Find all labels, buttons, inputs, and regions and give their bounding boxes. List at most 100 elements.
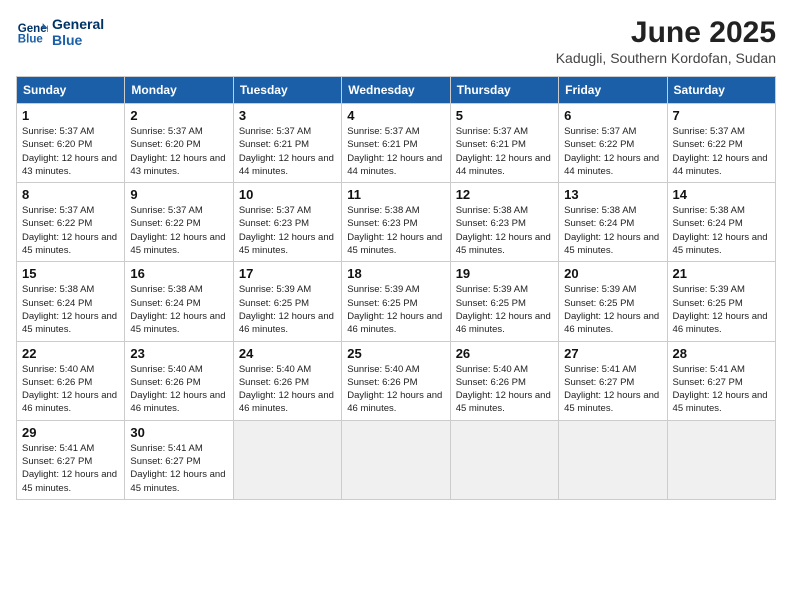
- day-number: 3: [239, 108, 336, 123]
- day-number: 11: [347, 187, 444, 202]
- header-thursday: Thursday: [450, 77, 558, 104]
- day-info: Sunrise: 5:40 AM Sunset: 6:26 PM Dayligh…: [456, 364, 551, 415]
- day-cell-23: 23 Sunrise: 5:40 AM Sunset: 6:26 PM Dayl…: [125, 341, 233, 420]
- day-number: 27: [564, 346, 661, 361]
- day-cell-22: 22 Sunrise: 5:40 AM Sunset: 6:26 PM Dayl…: [17, 341, 125, 420]
- day-number: 4: [347, 108, 444, 123]
- day-number: 13: [564, 187, 661, 202]
- logo: General Blue General Blue: [16, 16, 104, 48]
- header-monday: Monday: [125, 77, 233, 104]
- day-number: 26: [456, 346, 553, 361]
- day-cell-14: 14 Sunrise: 5:38 AM Sunset: 6:24 PM Dayl…: [667, 183, 775, 262]
- day-info: Sunrise: 5:39 AM Sunset: 6:25 PM Dayligh…: [456, 284, 551, 335]
- day-number: 22: [22, 346, 119, 361]
- day-number: 24: [239, 346, 336, 361]
- day-info: Sunrise: 5:37 AM Sunset: 6:21 PM Dayligh…: [456, 126, 551, 177]
- day-info: Sunrise: 5:37 AM Sunset: 6:21 PM Dayligh…: [347, 126, 442, 177]
- empty-cell: [667, 420, 775, 499]
- day-cell-24: 24 Sunrise: 5:40 AM Sunset: 6:26 PM Dayl…: [233, 341, 341, 420]
- title-area: June 2025 Kadugli, Southern Kordofan, Su…: [556, 16, 776, 66]
- empty-cell: [342, 420, 450, 499]
- day-info: Sunrise: 5:38 AM Sunset: 6:24 PM Dayligh…: [130, 284, 225, 335]
- day-number: 29: [22, 425, 119, 440]
- day-cell-11: 11 Sunrise: 5:38 AM Sunset: 6:23 PM Dayl…: [342, 183, 450, 262]
- day-cell-20: 20 Sunrise: 5:39 AM Sunset: 6:25 PM Dayl…: [559, 262, 667, 341]
- logo-blue: Blue: [52, 32, 104, 48]
- empty-cell: [233, 420, 341, 499]
- day-cell-6: 6 Sunrise: 5:37 AM Sunset: 6:22 PM Dayli…: [559, 104, 667, 183]
- calendar-week-1: 1 Sunrise: 5:37 AM Sunset: 6:20 PM Dayli…: [17, 104, 776, 183]
- day-cell-5: 5 Sunrise: 5:37 AM Sunset: 6:21 PM Dayli…: [450, 104, 558, 183]
- day-info: Sunrise: 5:41 AM Sunset: 6:27 PM Dayligh…: [22, 443, 117, 494]
- day-number: 20: [564, 266, 661, 281]
- day-info: Sunrise: 5:41 AM Sunset: 6:27 PM Dayligh…: [564, 364, 659, 415]
- day-info: Sunrise: 5:38 AM Sunset: 6:24 PM Dayligh…: [22, 284, 117, 335]
- empty-cell: [450, 420, 558, 499]
- day-info: Sunrise: 5:39 AM Sunset: 6:25 PM Dayligh…: [564, 284, 659, 335]
- calendar-week-2: 8 Sunrise: 5:37 AM Sunset: 6:22 PM Dayli…: [17, 183, 776, 262]
- day-number: 9: [130, 187, 227, 202]
- day-cell-7: 7 Sunrise: 5:37 AM Sunset: 6:22 PM Dayli…: [667, 104, 775, 183]
- day-info: Sunrise: 5:38 AM Sunset: 6:23 PM Dayligh…: [347, 205, 442, 256]
- day-info: Sunrise: 5:38 AM Sunset: 6:24 PM Dayligh…: [673, 205, 768, 256]
- day-number: 12: [456, 187, 553, 202]
- day-cell-28: 28 Sunrise: 5:41 AM Sunset: 6:27 PM Dayl…: [667, 341, 775, 420]
- day-info: Sunrise: 5:41 AM Sunset: 6:27 PM Dayligh…: [673, 364, 768, 415]
- logo-icon: General Blue: [16, 16, 48, 48]
- header-row: Sunday Monday Tuesday Wednesday Thursday…: [17, 77, 776, 104]
- day-cell-19: 19 Sunrise: 5:39 AM Sunset: 6:25 PM Dayl…: [450, 262, 558, 341]
- day-info: Sunrise: 5:39 AM Sunset: 6:25 PM Dayligh…: [673, 284, 768, 335]
- svg-text:Blue: Blue: [18, 34, 44, 46]
- calendar-week-3: 15 Sunrise: 5:38 AM Sunset: 6:24 PM Dayl…: [17, 262, 776, 341]
- day-info: Sunrise: 5:38 AM Sunset: 6:24 PM Dayligh…: [564, 205, 659, 256]
- day-info: Sunrise: 5:40 AM Sunset: 6:26 PM Dayligh…: [239, 364, 334, 415]
- day-cell-21: 21 Sunrise: 5:39 AM Sunset: 6:25 PM Dayl…: [667, 262, 775, 341]
- day-number: 19: [456, 266, 553, 281]
- day-number: 21: [673, 266, 770, 281]
- day-number: 10: [239, 187, 336, 202]
- day-number: 14: [673, 187, 770, 202]
- header-wednesday: Wednesday: [342, 77, 450, 104]
- day-cell-4: 4 Sunrise: 5:37 AM Sunset: 6:21 PM Dayli…: [342, 104, 450, 183]
- day-number: 7: [673, 108, 770, 123]
- day-cell-10: 10 Sunrise: 5:37 AM Sunset: 6:23 PM Dayl…: [233, 183, 341, 262]
- day-info: Sunrise: 5:37 AM Sunset: 6:23 PM Dayligh…: [239, 205, 334, 256]
- empty-cell: [559, 420, 667, 499]
- day-cell-1: 1 Sunrise: 5:37 AM Sunset: 6:20 PM Dayli…: [17, 104, 125, 183]
- day-number: 1: [22, 108, 119, 123]
- day-number: 5: [456, 108, 553, 123]
- day-cell-13: 13 Sunrise: 5:38 AM Sunset: 6:24 PM Dayl…: [559, 183, 667, 262]
- day-cell-29: 29 Sunrise: 5:41 AM Sunset: 6:27 PM Dayl…: [17, 420, 125, 499]
- day-number: 18: [347, 266, 444, 281]
- header-sunday: Sunday: [17, 77, 125, 104]
- day-number: 6: [564, 108, 661, 123]
- header: General Blue General Blue June 2025 Kadu…: [16, 16, 776, 66]
- day-info: Sunrise: 5:37 AM Sunset: 6:20 PM Dayligh…: [22, 126, 117, 177]
- day-info: Sunrise: 5:39 AM Sunset: 6:25 PM Dayligh…: [239, 284, 334, 335]
- day-info: Sunrise: 5:41 AM Sunset: 6:27 PM Dayligh…: [130, 443, 225, 494]
- day-cell-26: 26 Sunrise: 5:40 AM Sunset: 6:26 PM Dayl…: [450, 341, 558, 420]
- day-info: Sunrise: 5:40 AM Sunset: 6:26 PM Dayligh…: [130, 364, 225, 415]
- day-info: Sunrise: 5:37 AM Sunset: 6:22 PM Dayligh…: [130, 205, 225, 256]
- day-number: 28: [673, 346, 770, 361]
- logo-general: General: [52, 16, 104, 32]
- day-info: Sunrise: 5:37 AM Sunset: 6:21 PM Dayligh…: [239, 126, 334, 177]
- day-number: 8: [22, 187, 119, 202]
- calendar-week-4: 22 Sunrise: 5:40 AM Sunset: 6:26 PM Dayl…: [17, 341, 776, 420]
- day-cell-30: 30 Sunrise: 5:41 AM Sunset: 6:27 PM Dayl…: [125, 420, 233, 499]
- day-number: 2: [130, 108, 227, 123]
- calendar-week-5: 29 Sunrise: 5:41 AM Sunset: 6:27 PM Dayl…: [17, 420, 776, 499]
- header-tuesday: Tuesday: [233, 77, 341, 104]
- location-title: Kadugli, Southern Kordofan, Sudan: [556, 50, 776, 66]
- day-info: Sunrise: 5:37 AM Sunset: 6:22 PM Dayligh…: [673, 126, 768, 177]
- day-number: 17: [239, 266, 336, 281]
- day-info: Sunrise: 5:37 AM Sunset: 6:20 PM Dayligh…: [130, 126, 225, 177]
- day-info: Sunrise: 5:38 AM Sunset: 6:23 PM Dayligh…: [456, 205, 551, 256]
- day-cell-15: 15 Sunrise: 5:38 AM Sunset: 6:24 PM Dayl…: [17, 262, 125, 341]
- day-cell-25: 25 Sunrise: 5:40 AM Sunset: 6:26 PM Dayl…: [342, 341, 450, 420]
- day-cell-18: 18 Sunrise: 5:39 AM Sunset: 6:25 PM Dayl…: [342, 262, 450, 341]
- day-cell-8: 8 Sunrise: 5:37 AM Sunset: 6:22 PM Dayli…: [17, 183, 125, 262]
- calendar-table: Sunday Monday Tuesday Wednesday Thursday…: [16, 76, 776, 500]
- day-cell-27: 27 Sunrise: 5:41 AM Sunset: 6:27 PM Dayl…: [559, 341, 667, 420]
- day-info: Sunrise: 5:37 AM Sunset: 6:22 PM Dayligh…: [22, 205, 117, 256]
